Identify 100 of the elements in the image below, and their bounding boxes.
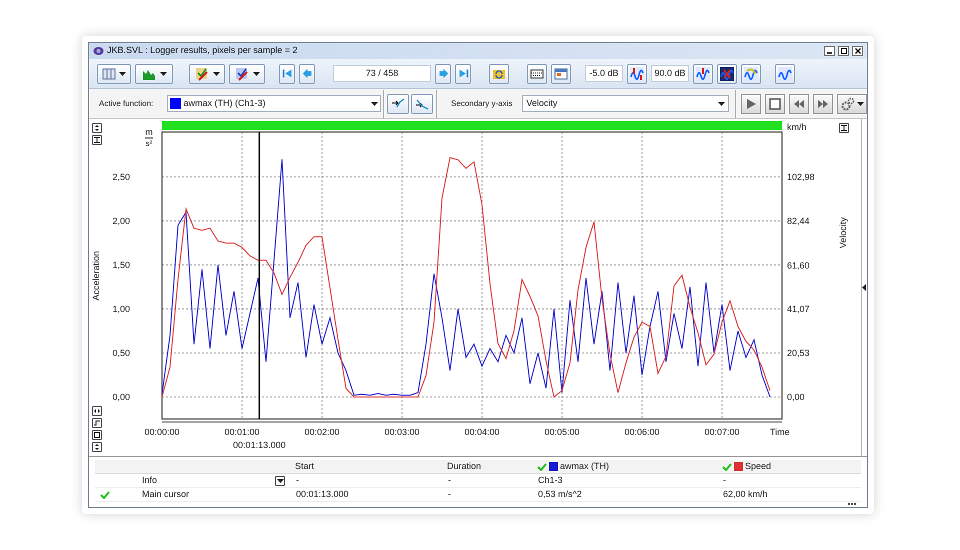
dropdown-value: Velocity [526,96,558,110]
edit-button[interactable] [189,64,225,84]
column-header: awmax (TH) [560,460,609,473]
low-level-field[interactable]: -5.0 dB [585,65,623,82]
table-cell-text: Ch1-3 [537,474,564,487]
collapse-arrow-icon[interactable] [862,284,866,291]
table-cell-text: 0,53 m/s^2 [537,488,583,501]
stop-button[interactable] [765,94,785,114]
caret-icon [119,72,126,76]
settings-button[interactable] [837,94,867,114]
settings-icon [840,96,854,110]
step-line-icon [94,420,100,426]
maximize-button[interactable] [838,46,849,56]
last-button[interactable] [455,64,471,84]
table-icon [530,66,544,80]
stop-icon [768,96,782,110]
skip-start-icon [282,68,292,79]
minimize-icon [827,52,832,54]
zoom-button[interactable] [693,64,713,84]
y-tick-label: 0,00 [112,392,130,402]
column-header: Duration [446,460,482,473]
x-tick-label: 00:01:00 [224,427,260,437]
layout-button[interactable] [97,64,131,84]
cursor-line[interactable] [258,132,260,419]
refresh-button[interactable] [489,64,509,84]
more-icon[interactable] [847,502,857,506]
cursor-time-label: 00:01:13.000 [233,440,286,450]
position-field[interactable]: 73 / 458 [333,65,431,82]
step-mode-button[interactable] [92,418,102,428]
fit-width-button[interactable] [92,406,102,416]
table-button[interactable] [527,64,547,84]
active-function-label: Active function: [98,98,154,110]
play-button[interactable] [741,94,761,114]
y2-tick-label: 102,98 [787,172,815,182]
signal-button[interactable] [775,64,795,84]
x-tick-label: 00:02:00 [304,427,340,437]
dropdown-button[interactable] [275,476,285,486]
up-down-arrows-icon [94,444,100,450]
skip-end-icon [458,68,468,79]
fit-button[interactable] [838,123,849,133]
fit-height-icon [840,125,847,131]
y-tick-label: 2,50 [112,172,130,182]
y2-tick-label: 61,60 [787,260,810,270]
caret-icon [160,72,166,76]
next-button[interactable] [435,64,451,84]
minimize-button[interactable] [824,46,835,56]
table-cell-text: 62,00 km/h [722,488,769,501]
secondary-axis-dropdown[interactable]: Velocity [522,95,729,112]
x-tick-label: 00:00:00 [144,427,180,437]
close-button[interactable] [852,46,863,56]
window-icon [554,66,568,80]
secondary-axis-label: Secondary y-axis [451,98,512,110]
x-tick-label: 00:05:00 [544,427,580,437]
step-back-button[interactable] [411,94,434,114]
fast-forward-button[interactable] [813,94,833,114]
edit-button[interactable] [229,64,265,84]
caret-icon [252,72,260,76]
fit-button[interactable] [92,135,102,145]
pencil-icon [234,66,248,80]
row-label: Info [142,474,158,487]
wave-arrow-icon [696,66,710,80]
x-tick-label: 00:06:00 [624,427,660,437]
undo-button[interactable] [741,64,761,84]
y-tick-label: 0,50 [112,348,130,358]
step-forward-button[interactable] [387,94,410,114]
visible-check-icon [537,462,547,471]
y2-tick-label: 82,44 [787,216,810,226]
table-cell-text: - [722,474,727,487]
fit-height-icon [94,137,100,143]
scroll-button[interactable] [92,442,102,452]
y-unit-label: m [145,127,153,137]
arrow-right-icon [438,68,448,79]
arrow-left-icon [302,68,312,79]
app-icon [93,46,104,56]
y2-tick-label: 41,07 [787,304,810,314]
active-function-dropdown[interactable]: awmax (TH) (Ch1-3) [166,95,382,112]
play-icon [744,96,758,110]
y-tick-label: 1,50 [112,260,130,270]
y-unit-label: s² [146,139,152,148]
previous-button[interactable] [299,64,315,84]
rewind-button[interactable] [789,94,809,114]
table-cell-text: - [295,474,300,487]
first-button[interactable] [279,64,295,84]
pencil-icon [194,66,208,80]
scroll-button[interactable] [92,123,102,133]
frame-button[interactable] [92,430,102,440]
dropdown-value: awmax (TH) (Ch1-3) [184,96,267,110]
caret-icon [371,102,378,106]
table-cell-text: - [447,488,452,501]
square-icon [94,432,100,438]
x-tick-label: 00:04:00 [464,427,500,437]
chart-type-button[interactable] [135,64,173,84]
row-label: Main cursor [142,488,190,501]
x-tick-label: 00:03:00 [384,427,420,437]
delete-button[interactable] [717,64,737,84]
y2-unit-label: km/h [787,122,807,132]
high-level-field[interactable]: 90.0 dB [651,65,689,82]
up-down-arrows-icon [94,125,100,131]
window-button[interactable] [551,64,571,84]
level-button[interactable] [627,64,647,84]
